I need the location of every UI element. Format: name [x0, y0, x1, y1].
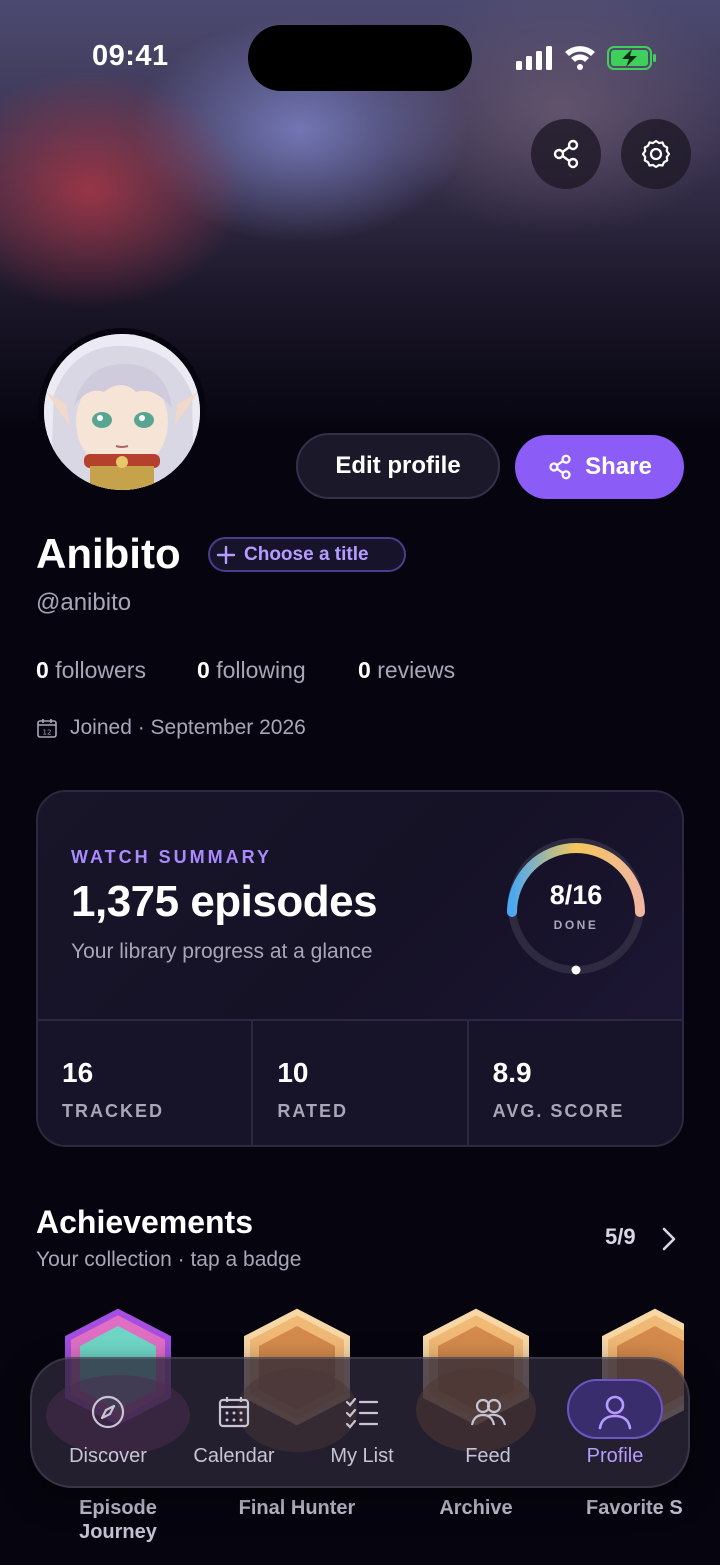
battery-charging-icon	[607, 46, 656, 70]
reviews-count: 0	[358, 657, 371, 683]
profile-handle: @anibito	[36, 589, 132, 616]
status-time: 09:41	[92, 40, 169, 72]
followers-label: followers	[55, 657, 146, 683]
rated-value: 10	[277, 1057, 309, 1088]
tab-discover[interactable]: Discover	[44, 1359, 172, 1490]
tracked-stat[interactable]: 16 TRACKED	[38, 1021, 254, 1145]
followers-stat[interactable]: 0 followers	[36, 657, 146, 684]
reviews-stat[interactable]: 0 reviews	[358, 657, 455, 684]
joined-text: Joined · September 2026	[70, 716, 306, 739]
avatar[interactable]	[38, 328, 206, 496]
avg-score-value: 8.9	[492, 1057, 532, 1088]
settings-button[interactable]	[621, 119, 691, 189]
tab-label: Calendar	[193, 1445, 275, 1467]
checklist-icon	[345, 1397, 379, 1429]
people-icon	[470, 1398, 507, 1426]
tab-my-list[interactable]: My List	[298, 1359, 426, 1490]
ring-value: 8/16	[549, 880, 603, 910]
share-icon	[549, 454, 571, 480]
following-stat[interactable]: 0 following	[197, 657, 306, 684]
svg-text:12: 12	[43, 729, 52, 737]
following-label: following	[216, 657, 306, 683]
rated-label: RATED	[277, 1101, 348, 1121]
achievements-count[interactable]: 5/9	[605, 1224, 636, 1250]
tab-bar: Discover Calendar My List Feed Profile	[30, 1357, 690, 1488]
profile-name: Anibito	[36, 530, 181, 577]
signal-icon	[516, 46, 552, 70]
watch-summary-eyebrow: WATCH SUMMARY	[71, 847, 272, 867]
followers-count: 0	[36, 657, 49, 683]
badge-name: Archive	[439, 1497, 513, 1519]
tab-label: My List	[330, 1445, 394, 1467]
tab-label: Profile	[586, 1445, 644, 1467]
calendar-icon	[218, 1397, 250, 1428]
plus-icon	[216, 545, 236, 564]
episodes-count: 1,375 episodes	[71, 877, 378, 926]
avg-score-stat[interactable]: 8.9 AVG. SCORE	[469, 1021, 682, 1145]
gear-icon	[641, 139, 671, 169]
share-button[interactable]: Share	[515, 435, 684, 499]
choose-title-button[interactable]: Choose a title	[208, 537, 406, 572]
calendar-icon: 12	[37, 719, 57, 738]
wifi-icon	[565, 46, 595, 70]
summary-stats: 16 TRACKED 10 RATED 8.9 AVG. SCORE	[38, 1019, 682, 1145]
badge-name: Episode Journey	[79, 1497, 157, 1543]
dynamic-island	[248, 25, 472, 91]
tab-feed[interactable]: Feed	[424, 1359, 552, 1490]
choose-title-label: Choose a title	[244, 543, 369, 565]
compass-icon	[91, 1395, 125, 1429]
ring-label: DONE	[553, 918, 599, 932]
following-count: 0	[197, 657, 210, 683]
tab-calendar[interactable]: Calendar	[170, 1359, 298, 1490]
achievements-title: Achievements	[36, 1204, 253, 1240]
rated-stat[interactable]: 10 RATED	[253, 1021, 469, 1145]
profile-screen: 09:41 Edit profile Share Anibito Choose …	[0, 0, 720, 1565]
edit-profile-label: Edit profile	[335, 452, 461, 479]
edit-profile-button[interactable]: Edit profile	[296, 433, 500, 499]
avg-score-label: AVG. SCORE	[492, 1101, 625, 1121]
watch-summary-subtitle: Your library progress at a glance	[71, 940, 373, 963]
badge-name: Favorite S	[586, 1497, 683, 1519]
tab-label: Discover	[69, 1445, 147, 1467]
reviews-label: reviews	[377, 657, 456, 683]
joined-info: 12 Joined · September 2026	[36, 716, 306, 740]
badge-name: Final Hunter	[238, 1497, 356, 1519]
tab-profile[interactable]: Profile	[551, 1359, 679, 1490]
avatar-illustration	[44, 334, 200, 490]
share-profile-button[interactable]	[531, 119, 601, 189]
chevron-right-icon[interactable]	[660, 1226, 678, 1252]
share-label: Share	[585, 453, 652, 480]
person-icon	[598, 1395, 632, 1430]
watch-summary-card[interactable]: WATCH SUMMARY 1,375 episodes Your librar…	[36, 790, 684, 1147]
share-icon	[553, 139, 579, 169]
tracked-value: 16	[62, 1057, 94, 1088]
tracked-label: TRACKED	[62, 1101, 164, 1121]
achievements-subtitle: Your collection · tap a badge	[36, 1248, 302, 1271]
tab-label: Feed	[465, 1445, 511, 1467]
